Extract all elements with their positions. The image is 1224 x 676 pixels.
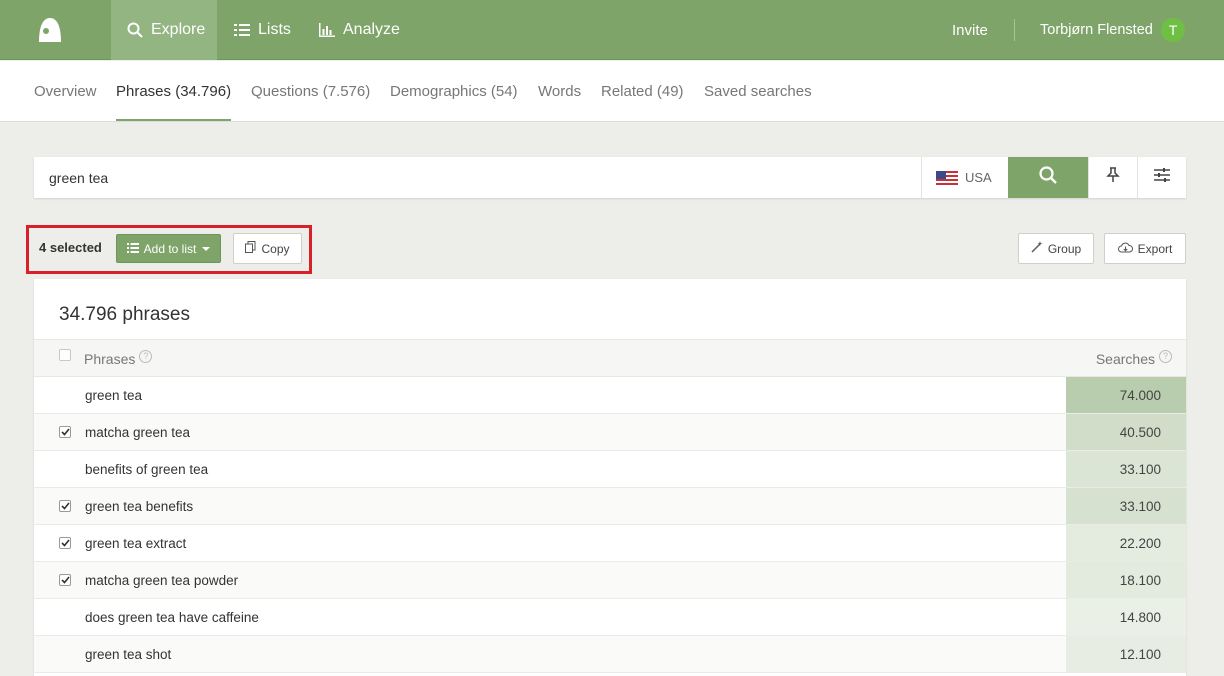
add-to-list-label: Add to list	[143, 241, 197, 256]
search-icon	[127, 22, 143, 38]
wand-icon	[1031, 241, 1043, 256]
group-button[interactable]: Group	[1018, 233, 1094, 264]
row-phrase[interactable]: matcha green tea	[85, 414, 190, 450]
row-phrase[interactable]: green tea	[85, 377, 142, 413]
tab-demographics[interactable]: Demographics (54)	[390, 61, 518, 121]
chevron-down-icon	[202, 246, 211, 251]
row-phrase[interactable]: matcha green tea powder	[85, 562, 238, 598]
nav-divider	[1014, 19, 1015, 41]
check-icon	[60, 539, 70, 547]
row-searches: 12.100	[1066, 636, 1186, 672]
sub-tabs: Overview Phrases (34.796) Questions (7.5…	[0, 61, 1224, 122]
help-icon[interactable]: ?	[139, 349, 153, 363]
check-icon	[60, 502, 70, 510]
export-label: Export	[1137, 241, 1173, 256]
list-icon	[234, 23, 250, 37]
active-tab-indicator	[116, 119, 231, 121]
column-phrases[interactable]: Phrases ?	[84, 349, 153, 367]
column-searches[interactable]: Searches ?	[1095, 349, 1172, 367]
tab-phrases[interactable]: Phrases (34.796)	[116, 61, 231, 121]
row-searches: 14.800	[1066, 599, 1186, 635]
row-phrase[interactable]: benefits of green tea	[85, 451, 208, 487]
pin-button[interactable]	[1088, 157, 1137, 198]
country-label: USA	[965, 170, 992, 185]
search-button[interactable]	[1008, 157, 1088, 198]
avatar[interactable]: T	[1161, 18, 1185, 42]
cloud-download-icon	[1117, 242, 1133, 256]
row-phrase[interactable]: green tea benefits	[85, 488, 193, 524]
table-row[interactable]: green tea 74.000	[34, 377, 1186, 414]
search-icon	[1039, 166, 1057, 189]
table-row[interactable]: benefits of green tea 33.100	[34, 451, 1186, 488]
filter-button[interactable]	[1137, 157, 1186, 198]
row-searches: 40.500	[1066, 414, 1186, 450]
panel-title: 34.796 phrases	[59, 304, 190, 325]
nav-analyze-label: Analyze	[343, 21, 400, 38]
user-name[interactable]: Torbjørn Flensted	[1040, 0, 1153, 60]
tab-questions[interactable]: Questions (7.576)	[251, 61, 370, 121]
table-header: Phrases ? Searches ?	[34, 339, 1186, 377]
invite-link[interactable]: Invite	[952, 0, 988, 60]
row-checkbox[interactable]	[59, 574, 71, 586]
pin-icon	[1106, 167, 1120, 188]
search-input[interactable]	[34, 157, 921, 198]
row-phrase[interactable]: does green tea have caffeine	[85, 599, 259, 635]
table-row[interactable]: matcha green tea powder 18.100	[34, 562, 1186, 599]
column-phrases-label: Phrases	[84, 351, 136, 367]
table-row[interactable]: matcha green tea 40.500	[34, 414, 1186, 451]
check-icon	[60, 576, 70, 584]
table-row[interactable]: green tea shot 12.100	[34, 636, 1186, 673]
tab-related[interactable]: Related (49)	[601, 61, 684, 121]
export-button[interactable]: Export	[1104, 233, 1186, 264]
table-body: green tea 74.000 matcha green tea 40.500 ben…	[34, 377, 1186, 673]
column-searches-label: Searches	[1095, 351, 1155, 367]
row-searches: 33.100	[1066, 451, 1186, 487]
us-flag-icon	[936, 170, 958, 185]
row-checkbox[interactable]	[59, 537, 71, 549]
row-searches: 18.100	[1066, 562, 1186, 598]
nav-lists[interactable]: Lists	[218, 0, 307, 60]
table-row[interactable]: green tea benefits 33.100	[34, 488, 1186, 525]
group-label: Group	[1047, 241, 1082, 256]
nav-explore[interactable]: Explore	[111, 0, 217, 60]
copy-button[interactable]: Copy	[233, 233, 302, 264]
tab-words[interactable]: Words	[538, 61, 581, 121]
top-navbar: Explore Lists Analyze Invite Torbjørn Fl…	[0, 0, 1224, 60]
row-searches: 33.100	[1066, 488, 1186, 524]
tab-overview[interactable]: Overview	[34, 61, 97, 121]
help-icon[interactable]: ?	[1159, 349, 1172, 363]
bar-chart-icon	[319, 23, 335, 37]
add-to-list-button[interactable]: Add to list	[116, 234, 221, 263]
phrases-panel: 34.796 phrases Phrases ? Searches ? gree…	[34, 279, 1186, 676]
nav-analyze[interactable]: Analyze	[303, 0, 416, 60]
copy-label: Copy	[261, 241, 290, 256]
row-phrase[interactable]: green tea extract	[85, 525, 186, 561]
sliders-icon	[1154, 168, 1170, 187]
table-row[interactable]: green tea extract 22.200	[34, 525, 1186, 562]
table-row[interactable]: does green tea have caffeine 14.800	[34, 599, 1186, 636]
row-searches: 74.000	[1066, 377, 1186, 413]
selected-count: 4 selected	[39, 240, 102, 255]
check-icon	[60, 428, 70, 436]
nav-explore-label: Explore	[151, 21, 206, 38]
copy-icon	[245, 241, 256, 256]
nav-lists-label: Lists	[258, 21, 291, 38]
search-bar: USA	[34, 157, 1186, 198]
select-all-checkbox[interactable]	[59, 349, 71, 361]
tab-saved-searches[interactable]: Saved searches	[704, 61, 812, 121]
logo-icon[interactable]	[36, 16, 64, 44]
country-selector[interactable]: USA	[921, 157, 1008, 198]
list-icon	[126, 242, 139, 256]
row-checkbox[interactable]	[59, 426, 71, 438]
row-searches: 22.200	[1066, 525, 1186, 561]
row-checkbox[interactable]	[59, 500, 71, 512]
row-phrase[interactable]: green tea shot	[85, 636, 171, 672]
